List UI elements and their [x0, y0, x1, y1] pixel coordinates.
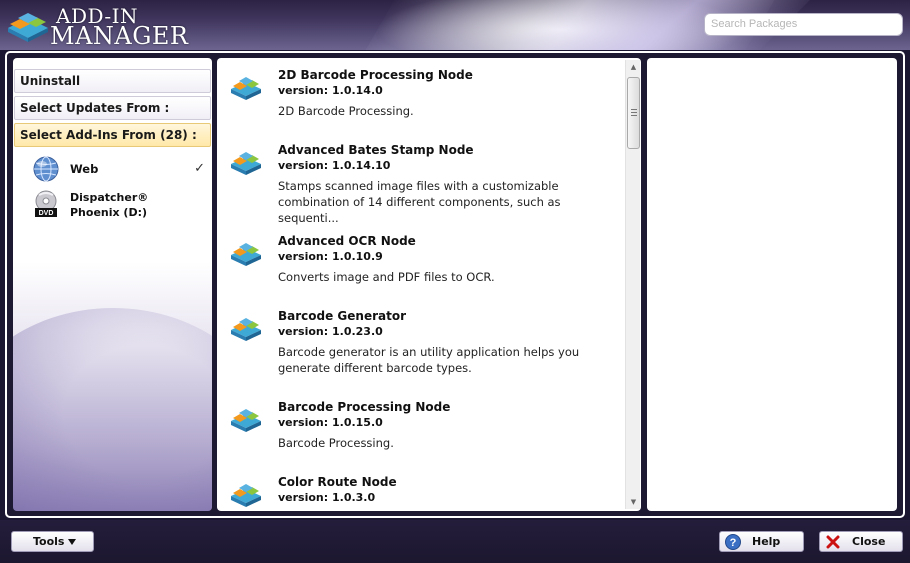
select-addins-label: Select Add-Ins From (28) : [20, 128, 197, 142]
package-icon [231, 152, 261, 175]
app-title-line2: MANAGER [50, 22, 189, 50]
package-name: Advanced OCR Node [278, 234, 416, 248]
package-description: Barcode Processing. [278, 436, 394, 450]
svg-text:DVD: DVD [39, 210, 54, 217]
source-dvd-label-line2: Phoenix (D:) [70, 206, 148, 219]
source-web-label: Web [70, 162, 99, 176]
package-details-panel [647, 58, 897, 511]
scrollbar-grip-icon [631, 109, 637, 116]
list-item[interactable]: 2D Barcode Processing Node version: 1.0.… [217, 68, 625, 128]
close-label: Close [852, 535, 886, 548]
package-description: Barcode generator is an utility applicat… [278, 345, 580, 375]
svg-text:?: ? [730, 537, 737, 549]
uninstall-button[interactable]: Uninstall [14, 69, 211, 93]
scrollbar-thumb[interactable] [627, 77, 640, 149]
list-item[interactable]: Color Route Node version: 1.0.3.0 [217, 475, 625, 511]
select-updates-button[interactable]: Select Updates From : [14, 96, 211, 120]
package-version: version: 1.0.14.10 [278, 159, 391, 172]
app-title: ADD-IN MANAGER [50, 6, 189, 48]
package-version: version: 1.0.3.0 [278, 491, 376, 504]
scroll-up-arrow-icon[interactable]: ▲ [626, 60, 641, 74]
logo-cube-icon [8, 13, 48, 42]
search-input[interactable]: Search Packages [704, 13, 903, 36]
package-icon [231, 484, 261, 507]
package-description: 2D Barcode Processing. [278, 104, 414, 118]
package-list-scrollbar[interactable]: ▲ ▼ [625, 60, 640, 509]
app-logo: ADD-IN MANAGER [6, 4, 196, 48]
search-placeholder: Search Packages [711, 18, 798, 30]
tools-menu-button[interactable]: Tools [11, 531, 94, 552]
list-item[interactable]: Advanced Bates Stamp Node version: 1.0.1… [217, 143, 625, 225]
package-name: 2D Barcode Processing Node [278, 68, 473, 82]
uninstall-label: Uninstall [20, 74, 81, 88]
package-icon [231, 318, 261, 341]
source-item-web[interactable]: Web ✓ [33, 156, 205, 186]
globe-icon [33, 156, 59, 182]
header-banner: ADD-IN MANAGER Search Packages [0, 0, 910, 50]
package-name: Advanced Bates Stamp Node [278, 143, 474, 157]
package-list: 2D Barcode Processing Node version: 1.0.… [217, 58, 641, 511]
source-item-dvd[interactable]: DVD Dispatcher® Phoenix (D:) [33, 190, 205, 220]
sidebar-decoration [13, 308, 212, 511]
dvd-icon: DVD [35, 190, 57, 217]
sidebar: Uninstall Select Updates From : Select A… [13, 58, 212, 511]
help-label: Help [752, 535, 781, 548]
package-name: Color Route Node [278, 475, 397, 489]
package-name: Barcode Processing Node [278, 400, 451, 414]
dropdown-arrow-icon [68, 539, 76, 545]
help-button[interactable]: ? Help [719, 531, 804, 552]
source-dvd-label: Dispatcher® Phoenix (D:) [70, 190, 148, 220]
package-description: Stamps scanned image files with a custom… [278, 179, 561, 225]
package-icon [231, 77, 261, 100]
select-updates-label: Select Updates From : [20, 101, 170, 115]
list-item[interactable]: Advanced OCR Node version: 1.0.10.9 Conv… [217, 234, 625, 294]
list-item[interactable]: Barcode Processing Node version: 1.0.15.… [217, 400, 625, 460]
help-icon: ? [725, 534, 741, 550]
close-button[interactable]: Close [819, 531, 903, 552]
package-version: version: 1.0.15.0 [278, 416, 383, 429]
package-version: version: 1.0.23.0 [278, 325, 383, 338]
package-icon [231, 409, 261, 432]
source-dvd-label-line1: Dispatcher® [70, 191, 149, 204]
package-name: Barcode Generator [278, 309, 407, 323]
package-icon [231, 243, 261, 266]
close-icon [826, 535, 840, 549]
package-version: version: 1.0.14.0 [278, 84, 383, 97]
tools-label: Tools [33, 535, 65, 548]
list-item[interactable]: Barcode Generator version: 1.0.23.0 Barc… [217, 309, 625, 385]
selected-check-icon: ✓ [194, 161, 205, 176]
scroll-down-arrow-icon[interactable]: ▼ [626, 495, 641, 509]
select-addins-button[interactable]: Select Add-Ins From (28) : [14, 123, 211, 147]
package-version: version: 1.0.10.9 [278, 250, 383, 263]
package-description: Converts image and PDF files to OCR. [278, 270, 495, 284]
